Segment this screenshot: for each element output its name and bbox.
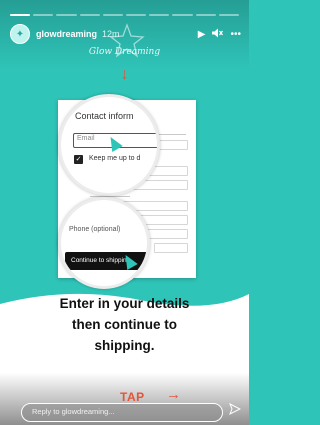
progress-segment: [79, 14, 100, 16]
story-progress: [10, 14, 240, 16]
volume-icon[interactable]: [212, 28, 224, 41]
story-slide[interactable]: ✦ glowdreaming 12m ▶ ••• Glow Dreaming ↓…: [0, 0, 249, 425]
checkbox-checked-icon: ✓: [74, 155, 83, 164]
brand-name: Glow Dreaming: [88, 47, 161, 57]
right-arrow-icon: →: [166, 386, 181, 403]
progress-segment: [56, 14, 77, 16]
play-icon[interactable]: ▶: [198, 29, 206, 40]
reply-input[interactable]: Reply to glowdreaming...: [21, 403, 223, 422]
instruction-line: Enter in your details: [59, 296, 190, 311]
contact-title: Contact inform: [75, 111, 134, 121]
avatar[interactable]: ✦: [10, 24, 30, 44]
progress-segment: [218, 14, 240, 16]
reply-placeholder: Reply to glowdreaming...: [32, 407, 115, 416]
phone-label: Phone (optional): [69, 226, 121, 233]
progress-segment: [149, 14, 170, 16]
magnified-contact-section: Contact inform Email ✓ Keep me up to d: [58, 94, 160, 196]
progress-segment: [126, 14, 147, 16]
continue-to-shipping-button: Continue to shipping: [65, 252, 147, 270]
instruction-line: then continue to: [72, 317, 177, 332]
email-placeholder: Email: [77, 135, 95, 142]
instruction-text: Enter in your details then continue to s…: [0, 293, 249, 356]
instruction-line: shipping.: [94, 338, 155, 353]
progress-segment: [172, 14, 193, 16]
progress-segment: [10, 14, 31, 16]
more-options-icon[interactable]: •••: [230, 29, 241, 40]
send-icon[interactable]: [229, 402, 242, 418]
magnified-shipping-section: Phone (optional) Continue to shipping: [58, 197, 150, 289]
down-arrow-icon: ↓: [120, 66, 129, 83]
progress-segment: [33, 14, 54, 16]
username[interactable]: glowdreaming: [36, 29, 97, 39]
keep-updated-label: Keep me up to d: [89, 155, 141, 162]
progress-segment: [195, 14, 216, 16]
tap-label: TAP: [120, 390, 145, 404]
progress-segment: [102, 14, 124, 16]
